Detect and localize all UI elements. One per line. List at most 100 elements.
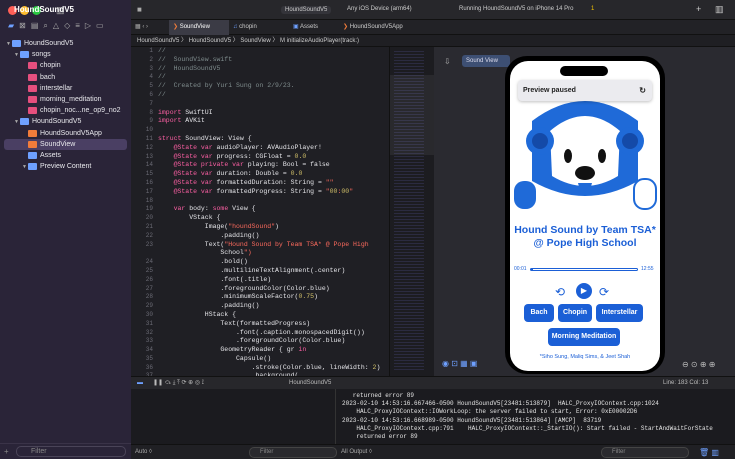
debug-icon[interactable]: ≡: [75, 21, 80, 31]
code-line[interactable]: .foregroundColor(Color.blue): [158, 337, 380, 346]
zoom-controls[interactable]: ⊖ ⊙ ⊕ ⊕: [682, 360, 715, 369]
progress-bar[interactable]: [530, 268, 638, 271]
console-output[interactable]: returned error 89 2023-02-10 14:53:16.667…: [336, 389, 735, 444]
code-line[interactable]: GeometryReader { gr in: [158, 346, 380, 355]
all-output-selector[interactable]: All Output ◊: [341, 449, 372, 455]
code-line[interactable]: .padding(): [158, 302, 380, 311]
grid-icon[interactable]: ▦ ‹ ›: [131, 20, 152, 35]
source-editor[interactable]: 1 2 3 4 5 6 7 8 9 10 11 12 13 14 15 16 17 18 19 20 21 22 23 24 2…: [131, 47, 389, 376]
breakpoint-icon[interactable]: ▷: [85, 21, 91, 31]
navigator-item[interactable]: bach: [0, 72, 131, 83]
navigator-item[interactable]: ▼ HoundSoundV5: [0, 116, 131, 127]
variables-view[interactable]: [131, 389, 336, 444]
code-line[interactable]: @State var duration: Double = 0.0: [158, 170, 380, 179]
navigator-item[interactable]: interstellar: [0, 83, 131, 94]
navigator-item[interactable]: morning_meditation: [0, 94, 131, 105]
code-line[interactable]: .font(.caption.monospacedDigit()): [158, 329, 380, 338]
bach-button[interactable]: Bach: [524, 304, 554, 322]
scheme-selector[interactable]: HoundSoundV5: [281, 6, 332, 14]
code-line[interactable]: @State var formattedProgress: String = "…: [158, 188, 380, 197]
stop-icon[interactable]: ■: [137, 5, 142, 14]
test-icon[interactable]: ◇: [64, 21, 70, 31]
minimap-viewport[interactable]: [390, 75, 434, 155]
code-line[interactable]: .stroke(Color.blue, lineWidth: 2): [158, 364, 381, 373]
code-line[interactable]: @State var audioPlayer: AVAudioPlayer!: [158, 144, 380, 153]
auto-selector[interactable]: Auto ◊: [135, 449, 152, 455]
forward-15-icon[interactable]: ⟳: [599, 285, 609, 299]
code-line[interactable]: var body: some View {: [158, 205, 380, 214]
warning-badge[interactable]: 1: [591, 6, 594, 12]
navigator-item[interactable]: chopin_noc...ne_op9_no2: [0, 105, 131, 116]
rewind-15-icon[interactable]: ⟲: [555, 285, 565, 299]
navigator-item[interactable]: HoundSoundV5App: [0, 128, 131, 139]
code-line[interactable]: //: [158, 47, 380, 56]
console-line: HALC_ProxyIOContext::IOWorkLoop: the ser…: [342, 408, 638, 416]
code-line[interactable]: .multilineTextAlignment(.center): [158, 267, 380, 276]
interstellar-button[interactable]: Interstellar: [596, 304, 643, 322]
add-icon[interactable]: +: [696, 4, 701, 14]
code-line[interactable]: @State var progress: CGFloat = 0.0: [158, 153, 380, 162]
search-icon[interactable]: ⌕: [43, 21, 47, 31]
code-line[interactable]: struct SoundView: View {: [158, 135, 380, 144]
code-line[interactable]: .font(.title): [158, 276, 380, 285]
minimap[interactable]: [389, 47, 434, 376]
code-text[interactable]: //// SoundView.swift// HoundSoundV5//// …: [158, 47, 380, 376]
code-line[interactable]: @State private var playing: Bool = false: [158, 161, 380, 170]
code-line[interactable]: [158, 197, 380, 206]
code-line[interactable]: .bold(): [158, 258, 380, 267]
code-line[interactable]: // SoundView.swift: [158, 56, 380, 65]
issue-icon[interactable]: △: [53, 21, 59, 31]
code-line[interactable]: import SwiftUI: [158, 109, 380, 118]
morning-meditation-button[interactable]: Morning Meditation: [548, 328, 620, 346]
code-line[interactable]: Text("Hound Sound by Team TSA* @ Pope Hi…: [158, 241, 380, 250]
code-line[interactable]: import AVKit: [158, 117, 380, 126]
pin-icon[interactable]: ⇩: [444, 57, 451, 66]
symbol-icon[interactable]: ▤: [31, 21, 39, 31]
report-icon[interactable]: ▭: [96, 21, 104, 31]
live-preview-icon[interactable]: ◉ ⊡ ▦ ▣: [442, 359, 477, 368]
console-filter-input[interactable]: Filter: [601, 447, 689, 458]
navigator-item[interactable]: SoundView: [4, 138, 127, 150]
tab-soundview[interactable]: ❯ SoundView: [169, 20, 229, 35]
code-line[interactable]: Capsule(): [158, 355, 380, 364]
navigator-item[interactable]: ▼ HoundSoundV5: [0, 38, 131, 49]
breadcrumb[interactable]: HoundSoundV5 〉 HoundSoundV5 〉 SoundView …: [131, 35, 735, 47]
code-line[interactable]: .foregroundColor(Color.blue): [158, 285, 380, 294]
navigator-item[interactable]: ▼ songs: [0, 49, 131, 60]
code-line[interactable]: [158, 126, 380, 135]
tab-label: HoundSoundV5App: [349, 24, 403, 30]
project-icon: [12, 40, 21, 48]
code-line[interactable]: VStack {: [158, 214, 380, 223]
line-number: 26: [145, 275, 153, 283]
code-line[interactable]: //: [158, 73, 380, 82]
code-line[interactable]: // HoundSoundV5: [158, 65, 380, 74]
code-line[interactable]: Text(formattedProgress): [158, 320, 380, 329]
preview-name-pill[interactable]: Sound View: [462, 55, 510, 67]
trash-icon[interactable]: 🗑 ▥: [699, 448, 719, 457]
navigator-item[interactable]: Assets: [0, 150, 131, 161]
code-line[interactable]: Image("houndSound"): [158, 223, 380, 232]
navigator-filter-input[interactable]: Filter: [16, 446, 126, 457]
code-line[interactable]: .padding(): [158, 232, 380, 241]
navigator-item[interactable]: chopin: [0, 60, 131, 71]
variables-filter-input[interactable]: Filter: [249, 447, 337, 458]
source-control-icon[interactable]: ⊠: [19, 21, 26, 31]
tab-assets[interactable]: ▣ Assets: [289, 20, 339, 35]
tab-chopin[interactable]: ♫ chopin: [229, 20, 289, 35]
code-line[interactable]: [158, 100, 380, 109]
tab-houndsoundv5app[interactable]: ❯ HoundSoundV5App: [339, 20, 419, 35]
code-line[interactable]: // Created by Yuri Sung on 2/9/23.: [158, 82, 380, 91]
refresh-icon[interactable]: ↻: [639, 80, 646, 101]
code-line[interactable]: @State var formattedDuration: String = "…: [158, 179, 380, 188]
inspector-toggle-icon[interactable]: ▥: [715, 4, 724, 15]
play-icon[interactable]: ▶: [576, 283, 592, 299]
code-line[interactable]: HStack {: [158, 311, 380, 320]
add-icon[interactable]: +: [4, 447, 9, 456]
navigator-item[interactable]: ▼ Preview Content: [0, 161, 131, 172]
device-selector[interactable]: Any iOS Device (arm64): [347, 6, 412, 12]
code-line[interactable]: .minimumScaleFactor(0.75): [158, 293, 380, 302]
chopin-button[interactable]: Chopin: [558, 304, 592, 322]
code-line[interactable]: School"): [158, 249, 380, 258]
folder-icon[interactable]: ▰: [8, 21, 14, 31]
code-line[interactable]: //: [158, 91, 380, 100]
